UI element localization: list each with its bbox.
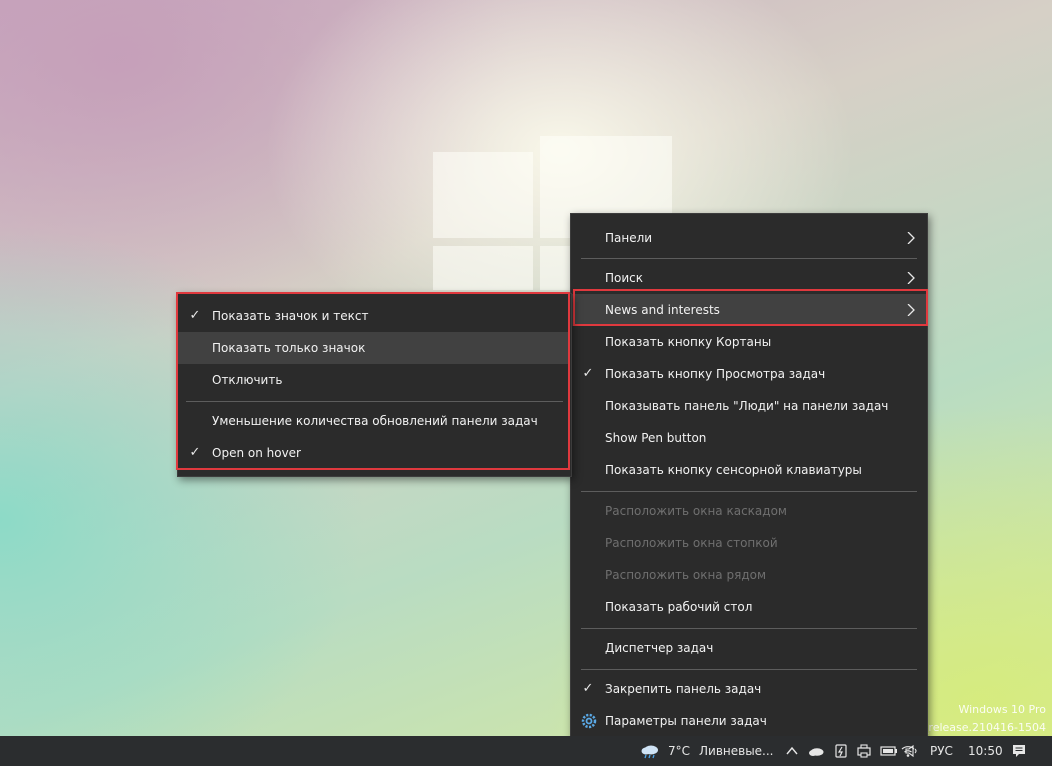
- taskbar-clock[interactable]: 10:50: [968, 736, 1003, 766]
- build-watermark: o_release.210416-1504: [916, 721, 1046, 734]
- menu-item-label: Показать кнопку Кортаны: [605, 335, 772, 349]
- menu-item-label: Расположить окна рядом: [605, 568, 767, 582]
- menu-item-label: Закрепить панель задач: [605, 682, 762, 696]
- menu-item-task-manager[interactable]: Диспетчер задач: [571, 632, 927, 664]
- submenu-item-show-icon-and-text[interactable]: ✓ Показать значок и текст: [178, 300, 571, 332]
- menu-item-label: Show Pen button: [605, 431, 707, 445]
- chevron-right-icon: [907, 304, 915, 316]
- weather-description[interactable]: Ливневые...: [699, 736, 774, 766]
- menu-item-news-and-interests[interactable]: News and interests: [571, 294, 927, 326]
- checkmark-icon: ✓: [189, 445, 201, 460]
- windows-logo-pane: [433, 246, 533, 290]
- chevron-right-icon: [907, 232, 915, 244]
- menu-item-show-pen-button[interactable]: Show Pen button: [571, 422, 927, 454]
- menu-item-label: Показать рабочий стол: [605, 600, 753, 614]
- menu-item-show-touch-keyboard-button[interactable]: Показать кнопку сенсорной клавиатуры: [571, 454, 927, 486]
- menu-separator: [581, 491, 917, 492]
- menu-item-label: Параметры панели задач: [605, 714, 767, 728]
- menu-separator: [581, 669, 917, 670]
- weather-temperature[interactable]: 7°C: [668, 736, 690, 766]
- menu-item-label: Отключить: [212, 373, 283, 387]
- notification-center-icon[interactable]: [1011, 743, 1027, 759]
- menu-item-label: Open on hover: [212, 446, 301, 460]
- submenu-item-open-on-hover[interactable]: ✓ Open on hover: [178, 437, 571, 469]
- menu-item-taskbar-settings[interactable]: Параметры панели задач: [571, 705, 927, 737]
- menu-item-label: Панели: [605, 231, 653, 245]
- menu-item-label: Показывать панель "Люди" на панели задач: [605, 399, 889, 413]
- taskbar-context-menu: Панели Поиск News and interests Показать…: [570, 213, 928, 745]
- menu-item-show-people-panel[interactable]: Показывать панель "Люди" на панели задач: [571, 390, 927, 422]
- chevron-up-icon[interactable]: [784, 743, 800, 759]
- menu-item-label: Показать только значок: [212, 341, 366, 355]
- menu-item-label: Расположить окна стопкой: [605, 536, 778, 550]
- menu-item-lock-taskbar[interactable]: ✓ Закрепить панель задач: [571, 673, 927, 705]
- submenu-item-turn-off[interactable]: Отключить: [178, 364, 571, 396]
- checkmark-icon: ✓: [582, 366, 594, 381]
- menu-separator: [186, 401, 563, 402]
- menu-item-label: Показать кнопку Просмотра задач: [605, 367, 826, 381]
- menu-separator: [581, 258, 917, 259]
- speaker-volume-icon[interactable]: [904, 743, 920, 759]
- menu-item-label: Расположить окна каскадом: [605, 504, 787, 518]
- menu-item-label: Поиск: [605, 271, 644, 285]
- weather-cloud-rain-icon[interactable]: [640, 743, 660, 759]
- printer-icon[interactable]: [856, 743, 872, 759]
- menu-separator: [581, 628, 917, 629]
- battery-icon[interactable]: [880, 743, 898, 759]
- menu-item-label: Диспетчер задач: [605, 641, 714, 655]
- menu-item-label: Уменьшение количества обновлений панели …: [212, 414, 538, 428]
- gear-icon: [581, 713, 597, 729]
- onedrive-cloud-icon[interactable]: [807, 743, 825, 759]
- menu-item-show-cortana-button[interactable]: Показать кнопку Кортаны: [571, 326, 927, 358]
- menu-item-label: Показать кнопку сенсорной клавиатуры: [605, 463, 862, 477]
- menu-item-label: News and interests: [605, 303, 720, 317]
- menu-item-stack-windows: Расположить окна стопкой: [571, 527, 927, 559]
- menu-item-side-by-side-windows: Расположить окна рядом: [571, 559, 927, 591]
- menu-item-show-desktop[interactable]: Показать рабочий стол: [571, 591, 927, 623]
- input-language-indicator[interactable]: РУС: [930, 736, 953, 766]
- news-and-interests-submenu: ✓ Показать значок и текст Показать тольк…: [177, 293, 572, 477]
- windows-logo-pane: [540, 246, 572, 290]
- windows-edition-watermark: Windows 10 Pro: [958, 703, 1046, 716]
- submenu-item-show-icon-only[interactable]: Показать только значок: [178, 332, 569, 364]
- menu-item-label: Показать значок и текст: [212, 309, 369, 323]
- menu-item-cascade-windows: Расположить окна каскадом: [571, 495, 927, 527]
- menu-item-show-task-view-button[interactable]: ✓ Показать кнопку Просмотра задач: [571, 358, 927, 390]
- chevron-right-icon: [907, 272, 915, 284]
- submenu-item-reduce-taskbar-updates[interactable]: Уменьшение количества обновлений панели …: [178, 405, 571, 437]
- menu-item-search[interactable]: Поиск: [571, 262, 927, 294]
- checkmark-icon: ✓: [189, 308, 201, 323]
- windows-logo-pane: [433, 152, 533, 238]
- checkmark-icon: ✓: [582, 681, 594, 696]
- taskbar[interactable]: 7°C Ливневые... РУС 10:50: [0, 736, 1052, 766]
- menu-item-panels[interactable]: Панели: [571, 222, 927, 254]
- battery-status-icon[interactable]: [833, 743, 849, 759]
